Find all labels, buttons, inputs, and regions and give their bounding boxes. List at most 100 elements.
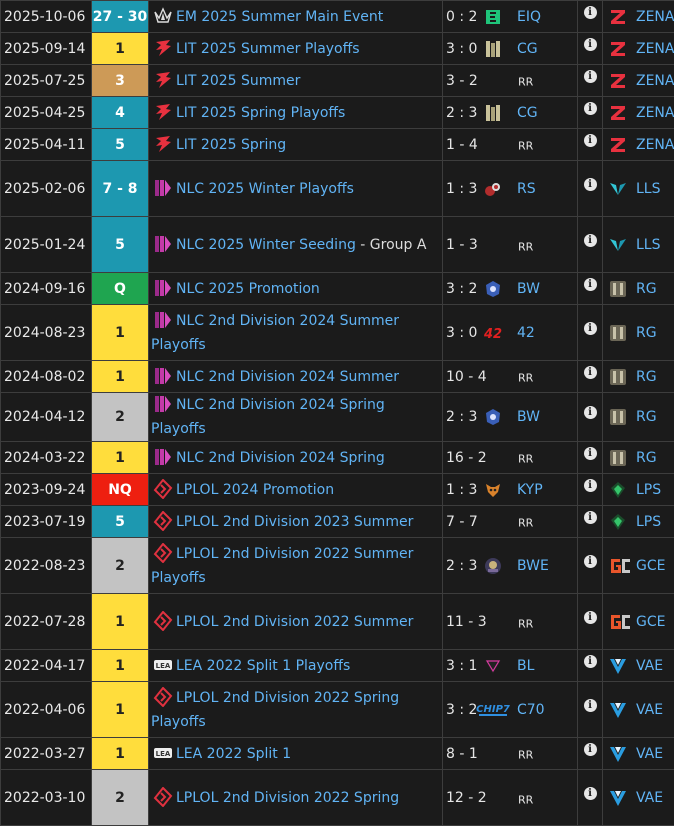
opponent-link[interactable]: KYP: [517, 482, 543, 498]
event-link[interactable]: NLC 2nd Division 2024 Spring Playoffs: [151, 397, 385, 437]
info-icon[interactable]: i: [584, 278, 597, 291]
placement-text: NQ: [108, 482, 132, 498]
date-text: 2025-04-25: [4, 105, 85, 121]
team-link[interactable]: RG: [636, 369, 657, 385]
team-cell: ZENA: [603, 129, 674, 161]
date-text: 2022-03-27: [4, 746, 85, 762]
team-link[interactable]: RG: [636, 281, 657, 297]
event-link[interactable]: LEA 2022 Split 1 Playoffs: [176, 658, 350, 674]
team-link[interactable]: VAE: [636, 658, 663, 674]
info-icon[interactable]: i: [584, 479, 597, 492]
info-icon[interactable]: i: [584, 555, 597, 568]
event-link[interactable]: NLC 2025 Winter Playoffs: [176, 181, 354, 197]
info-icon[interactable]: i: [584, 322, 597, 335]
event-link[interactable]: NLC 2nd Division 2024 Summer: [176, 369, 399, 385]
info-icon[interactable]: i: [584, 787, 597, 800]
team-link[interactable]: VAE: [636, 702, 663, 718]
date-text: 2023-09-24: [4, 482, 85, 498]
lplol-icon: [153, 511, 173, 531]
date-text: 2025-04-11: [4, 137, 85, 153]
opponent-link[interactable]: BL: [517, 658, 534, 674]
team-link[interactable]: LLS: [636, 237, 661, 253]
team-link[interactable]: RG: [636, 409, 657, 425]
event-link[interactable]: LPLOL 2nd Division 2023 Summer: [176, 514, 413, 530]
team-link[interactable]: ZENA: [636, 137, 674, 153]
date-text: 2023-07-19: [4, 514, 85, 530]
info-icon[interactable]: i: [584, 447, 597, 460]
em-icon: [153, 6, 173, 26]
last-result-cell: 1 - 4RR: [443, 129, 578, 161]
info-icon[interactable]: i: [584, 655, 597, 668]
info-icon[interactable]: i: [584, 511, 597, 524]
opponent-link[interactable]: C70: [517, 702, 545, 718]
event-link[interactable]: LIT 2025 Spring: [176, 137, 286, 153]
event-cell: EM 2025 Summer Main Event: [149, 1, 443, 33]
event-link[interactable]: EM 2025 Summer Main Event: [176, 9, 383, 25]
round-robin-label: RR: [518, 749, 533, 762]
opponent-link[interactable]: BW: [517, 281, 540, 297]
tournament-results-table: 2025-10-06 27 - 30 EM 2025 Summer Main E…: [0, 0, 674, 826]
opponent-link[interactable]: BW: [517, 409, 540, 425]
event-link[interactable]: LPLOL 2nd Division 2022 Summer: [176, 614, 413, 630]
event-cell: NLC 2nd Division 2024 Summer Playoffs: [149, 305, 443, 361]
opponent-link[interactable]: RS: [517, 181, 536, 197]
info-cell: i: [578, 273, 603, 305]
team-link[interactable]: ZENA: [636, 105, 674, 121]
event-cell: LIT 2025 Summer Playoffs: [149, 33, 443, 65]
lea-icon: LEA: [153, 655, 173, 675]
opponent-link[interactable]: EIQ: [517, 9, 541, 25]
info-icon[interactable]: i: [584, 102, 597, 115]
opponent-link[interactable]: CG: [517, 105, 538, 121]
opponent-link[interactable]: 42: [517, 325, 535, 341]
last-result-cell: 0 : 2EIQ: [443, 1, 578, 33]
last-result-cell: 1 : 3KYP: [443, 474, 578, 506]
team-link[interactable]: LPS: [636, 482, 661, 498]
info-icon[interactable]: i: [584, 234, 597, 247]
event-link[interactable]: NLC 2025 Promotion: [176, 281, 320, 297]
opponent-link[interactable]: BWE: [517, 558, 549, 574]
team-link[interactable]: ZENA: [636, 9, 674, 25]
event-link[interactable]: LEA 2022 Split 1: [176, 746, 291, 762]
event-cell: LPLOL 2nd Division 2022 Summer Playoffs: [149, 538, 443, 594]
event-link[interactable]: LPLOL 2024 Promotion: [176, 482, 334, 498]
team-link[interactable]: VAE: [636, 790, 663, 806]
info-icon[interactable]: i: [584, 611, 597, 624]
event-link[interactable]: LIT 2025 Summer Playoffs: [176, 41, 360, 57]
info-icon[interactable]: i: [584, 743, 597, 756]
info-icon[interactable]: i: [584, 699, 597, 712]
team-link[interactable]: GCE: [636, 558, 665, 574]
placement-badge: 1: [92, 33, 149, 65]
results-table-body: 2025-10-06 27 - 30 EM 2025 Summer Main E…: [1, 1, 674, 826]
gce-icon: [608, 612, 632, 632]
team-link[interactable]: RG: [636, 450, 657, 466]
event-link[interactable]: LPLOL 2nd Division 2022 Summer Playoffs: [151, 546, 413, 586]
info-icon[interactable]: i: [584, 134, 597, 147]
placement-badge: 1: [92, 594, 149, 650]
team-link[interactable]: VAE: [636, 746, 663, 762]
event-link[interactable]: LIT 2025 Summer: [176, 73, 300, 89]
round-robin-label: RR: [518, 618, 533, 631]
team-link[interactable]: ZENA: [636, 73, 674, 89]
team-link[interactable]: LPS: [636, 514, 661, 530]
info-icon[interactable]: i: [584, 178, 597, 191]
event-link[interactable]: LPLOL 2nd Division 2022 Spring Playoffs: [151, 690, 399, 730]
team-link[interactable]: ZENA: [636, 41, 674, 57]
event-link[interactable]: NLC 2nd Division 2024 Spring: [176, 450, 385, 466]
info-icon[interactable]: i: [584, 38, 597, 51]
team-link[interactable]: GCE: [636, 614, 665, 630]
opponent-link[interactable]: CG: [517, 41, 538, 57]
last-result-cell: 7 - 7RR: [443, 506, 578, 538]
info-icon[interactable]: i: [584, 6, 597, 19]
score-text: 2 : 3: [446, 558, 477, 574]
info-icon[interactable]: i: [584, 366, 597, 379]
team-link[interactable]: RG: [636, 325, 657, 341]
date-cell: 2022-03-27: [1, 738, 92, 770]
event-link[interactable]: LPLOL 2nd Division 2022 Spring: [176, 790, 399, 806]
info-icon[interactable]: i: [584, 406, 597, 419]
info-icon[interactable]: i: [584, 70, 597, 83]
team-link[interactable]: LLS: [636, 181, 661, 197]
event-link[interactable]: NLC 2nd Division 2024 Summer Playoffs: [151, 313, 399, 353]
event-link[interactable]: LIT 2025 Spring Playoffs: [176, 105, 345, 121]
event-link[interactable]: NLC 2025 Winter Seeding: [176, 237, 356, 253]
rs-icon: [483, 179, 503, 199]
